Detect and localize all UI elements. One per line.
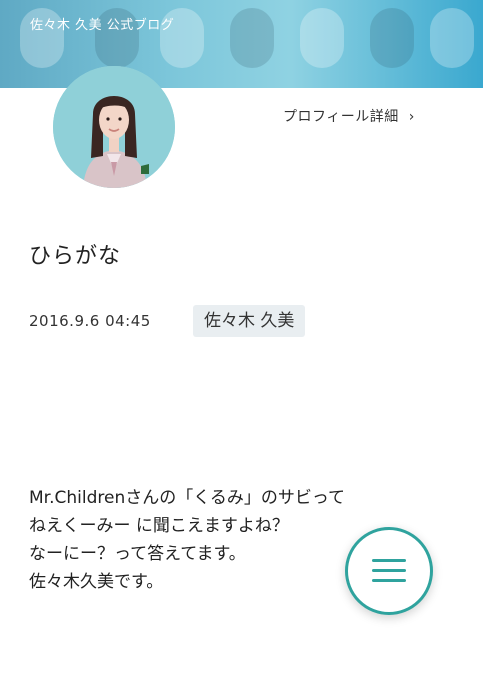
chevron-right-icon: ›	[408, 109, 415, 125]
hamburger-menu-icon	[372, 559, 406, 583]
blog-title[interactable]: 佐々木 久美 公式ブログ	[30, 14, 174, 33]
post-title: ひらがな	[29, 244, 122, 269]
header-background-figure	[430, 8, 474, 68]
author-tag[interactable]: 佐々木 久美	[193, 305, 306, 337]
header-background-figure	[370, 8, 414, 68]
profile-detail-label: プロフィール詳細	[283, 109, 399, 125]
avatar[interactable]	[53, 66, 175, 188]
header-background-figure	[230, 8, 274, 68]
blog-header: 佐々木 久美 公式ブログ	[0, 0, 483, 88]
header-background-figure	[300, 8, 344, 68]
post-date: 2016.9.6 04:45	[29, 312, 151, 330]
profile-detail-link[interactable]: プロフィール詳細 ›	[283, 106, 415, 126]
body-line: Mr.Childrenさんの「くるみ」のサビって	[29, 488, 346, 508]
menu-button[interactable]	[345, 527, 433, 615]
member-portrait-icon	[53, 66, 175, 188]
